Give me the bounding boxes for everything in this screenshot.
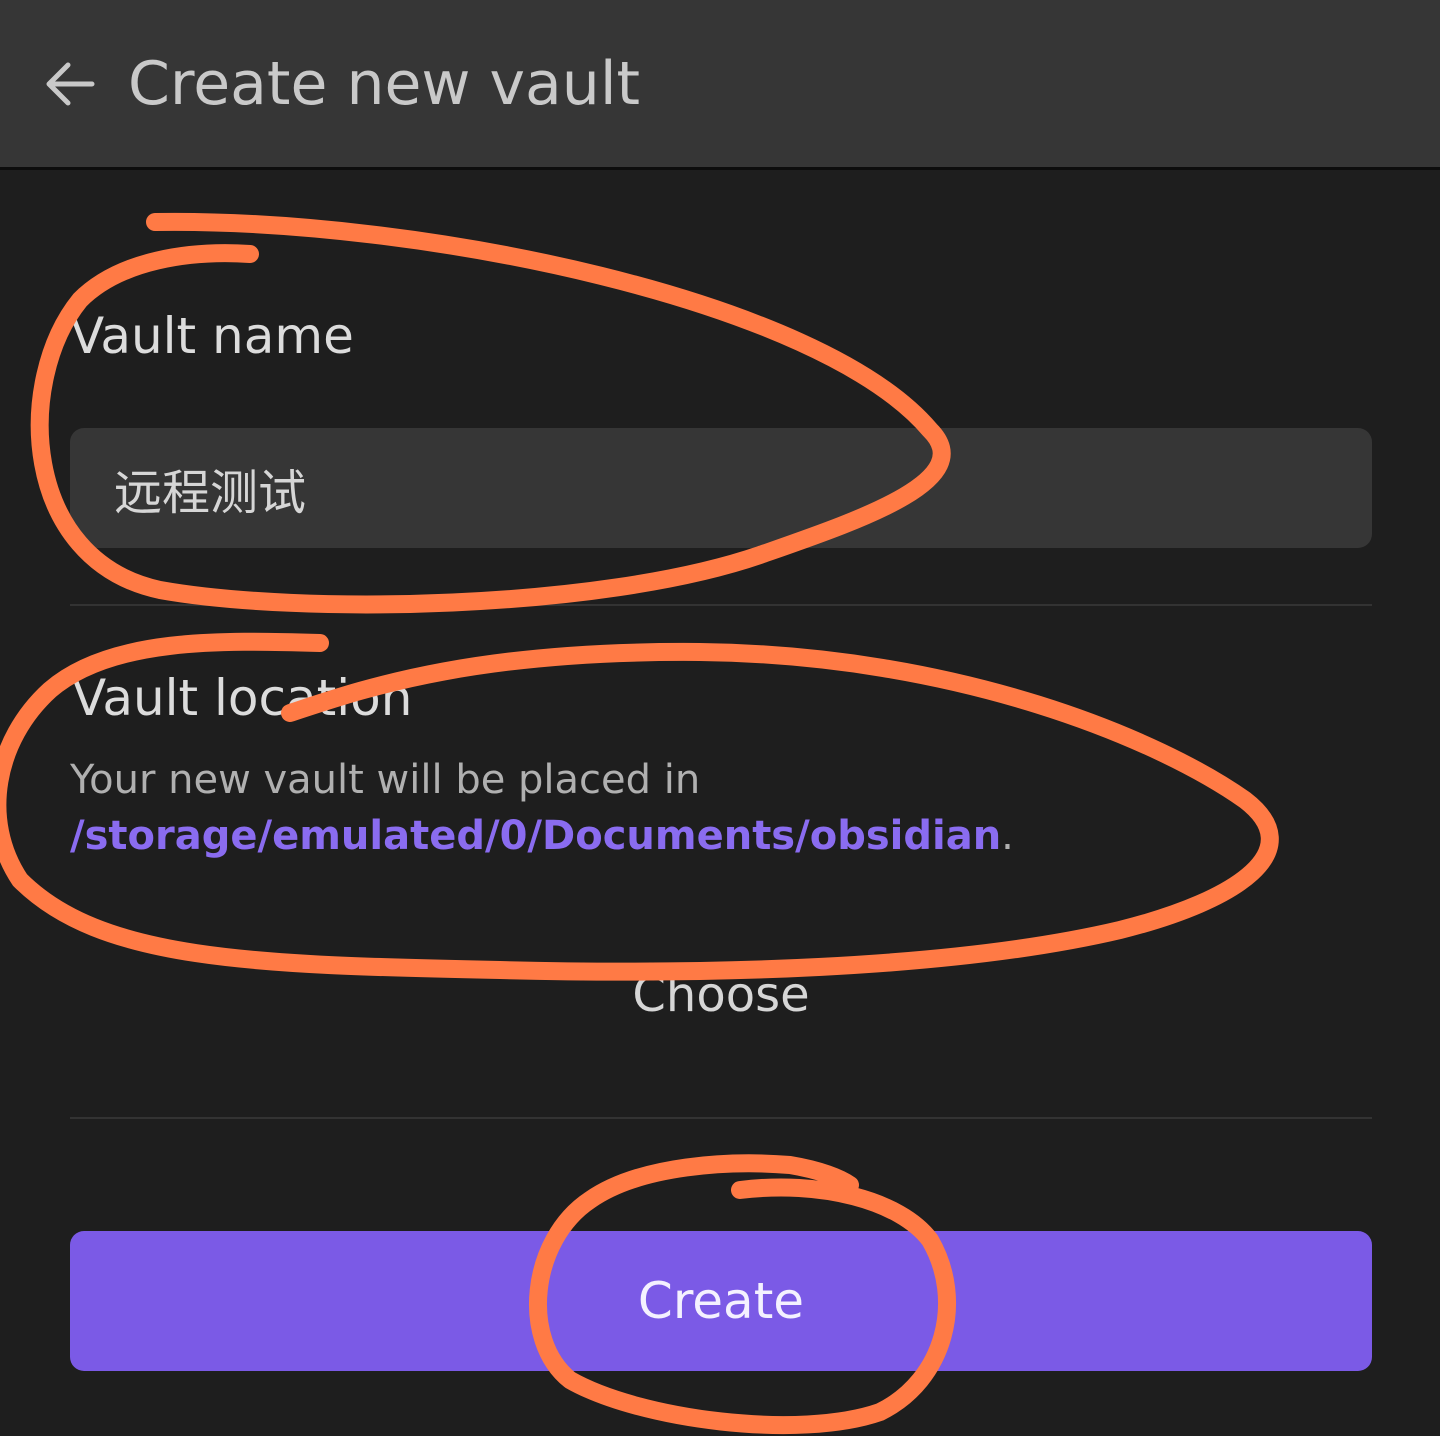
vault-location-description: Your new vault will be placed in /storag… [70, 752, 1370, 864]
back-button[interactable] [36, 48, 104, 120]
location-period: . [1001, 813, 1014, 859]
vault-location-path[interactable]: /storage/emulated/0/Documents/obsidian [70, 813, 1001, 859]
divider [70, 1117, 1372, 1119]
arrow-left-icon [46, 62, 95, 106]
create-vault-button[interactable]: Create [70, 1231, 1372, 1371]
header-bar: Create new vault [0, 0, 1440, 170]
vault-name-input[interactable] [70, 428, 1372, 548]
vault-location-label: Vault location [72, 669, 413, 727]
vault-name-label: Vault name [70, 307, 354, 365]
location-description-text: Your new vault will be placed in [70, 757, 701, 803]
page-title: Create new vault [128, 49, 641, 119]
choose-location-button[interactable]: Choose [70, 950, 1372, 1040]
divider [70, 604, 1372, 606]
